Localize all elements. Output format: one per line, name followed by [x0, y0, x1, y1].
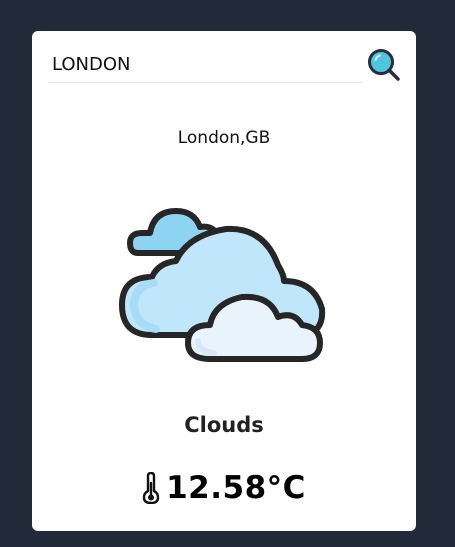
clouds-icon	[119, 208, 326, 362]
search-icon	[368, 49, 400, 81]
search-button[interactable]	[366, 47, 402, 83]
city-search-input[interactable]	[48, 47, 362, 83]
weather-card: London,GB Clouds 12.58°C	[32, 31, 416, 531]
weather-condition: Clouds	[184, 413, 264, 437]
thermometer-icon	[142, 472, 160, 504]
temperature-row: 12.58°C	[32, 468, 416, 508]
temperature-value: 12.58°C	[166, 470, 306, 506]
location-label: London,GB	[177, 128, 271, 148]
search-bar	[48, 47, 400, 85]
